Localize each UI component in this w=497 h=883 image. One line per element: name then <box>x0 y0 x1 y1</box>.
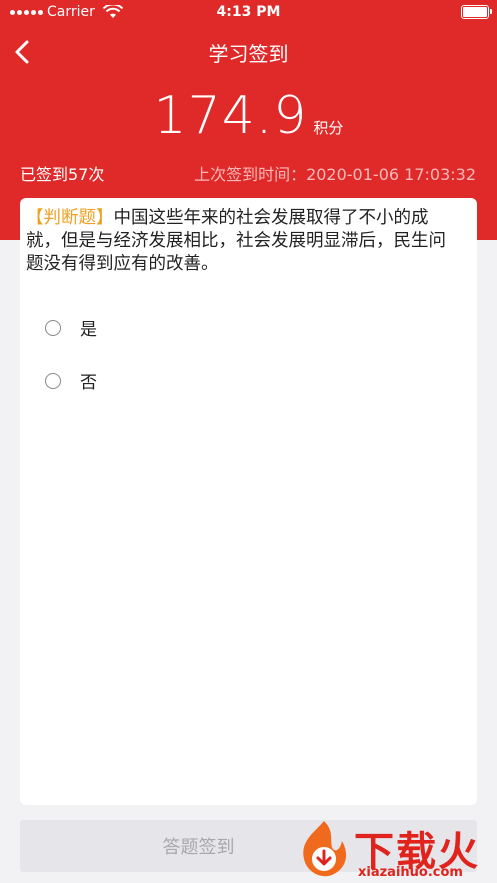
status-bar: Carrier 4:13 PM <box>0 0 497 26</box>
signed-count: 已签到57次 <box>20 165 105 184</box>
question-card <box>20 198 477 805</box>
watermark-domain: xiazaihuo.com <box>358 865 463 880</box>
watermark: 下载火 xiazaihuo.com <box>292 815 492 883</box>
radio-icon[interactable] <box>45 372 61 389</box>
question-type-tag: 【判断题】 <box>26 208 114 228</box>
question-text: 【判断题】中国这些年来的社会发展取得了不小的成就，但是与经济发展相比，社会发展明… <box>26 207 454 276</box>
status-time: 4:13 PM <box>216 4 281 20</box>
points-display: 174.9 积分 <box>0 86 497 146</box>
last-sign-time: 上次签到时间：2020-01-06 17:03:32 <box>194 165 476 184</box>
battery-icon <box>461 5 492 19</box>
points-unit: 积分 <box>313 119 344 137</box>
flame-logo-icon <box>303 821 347 877</box>
points-value: 174.9 <box>153 86 308 146</box>
option-no[interactable]: 否 <box>45 368 97 393</box>
option-yes[interactable]: 是 <box>45 315 97 340</box>
option-label: 是 <box>80 320 97 340</box>
page-title: 学习签到 <box>208 42 289 66</box>
option-label: 否 <box>80 373 97 393</box>
radio-icon[interactable] <box>45 319 61 336</box>
